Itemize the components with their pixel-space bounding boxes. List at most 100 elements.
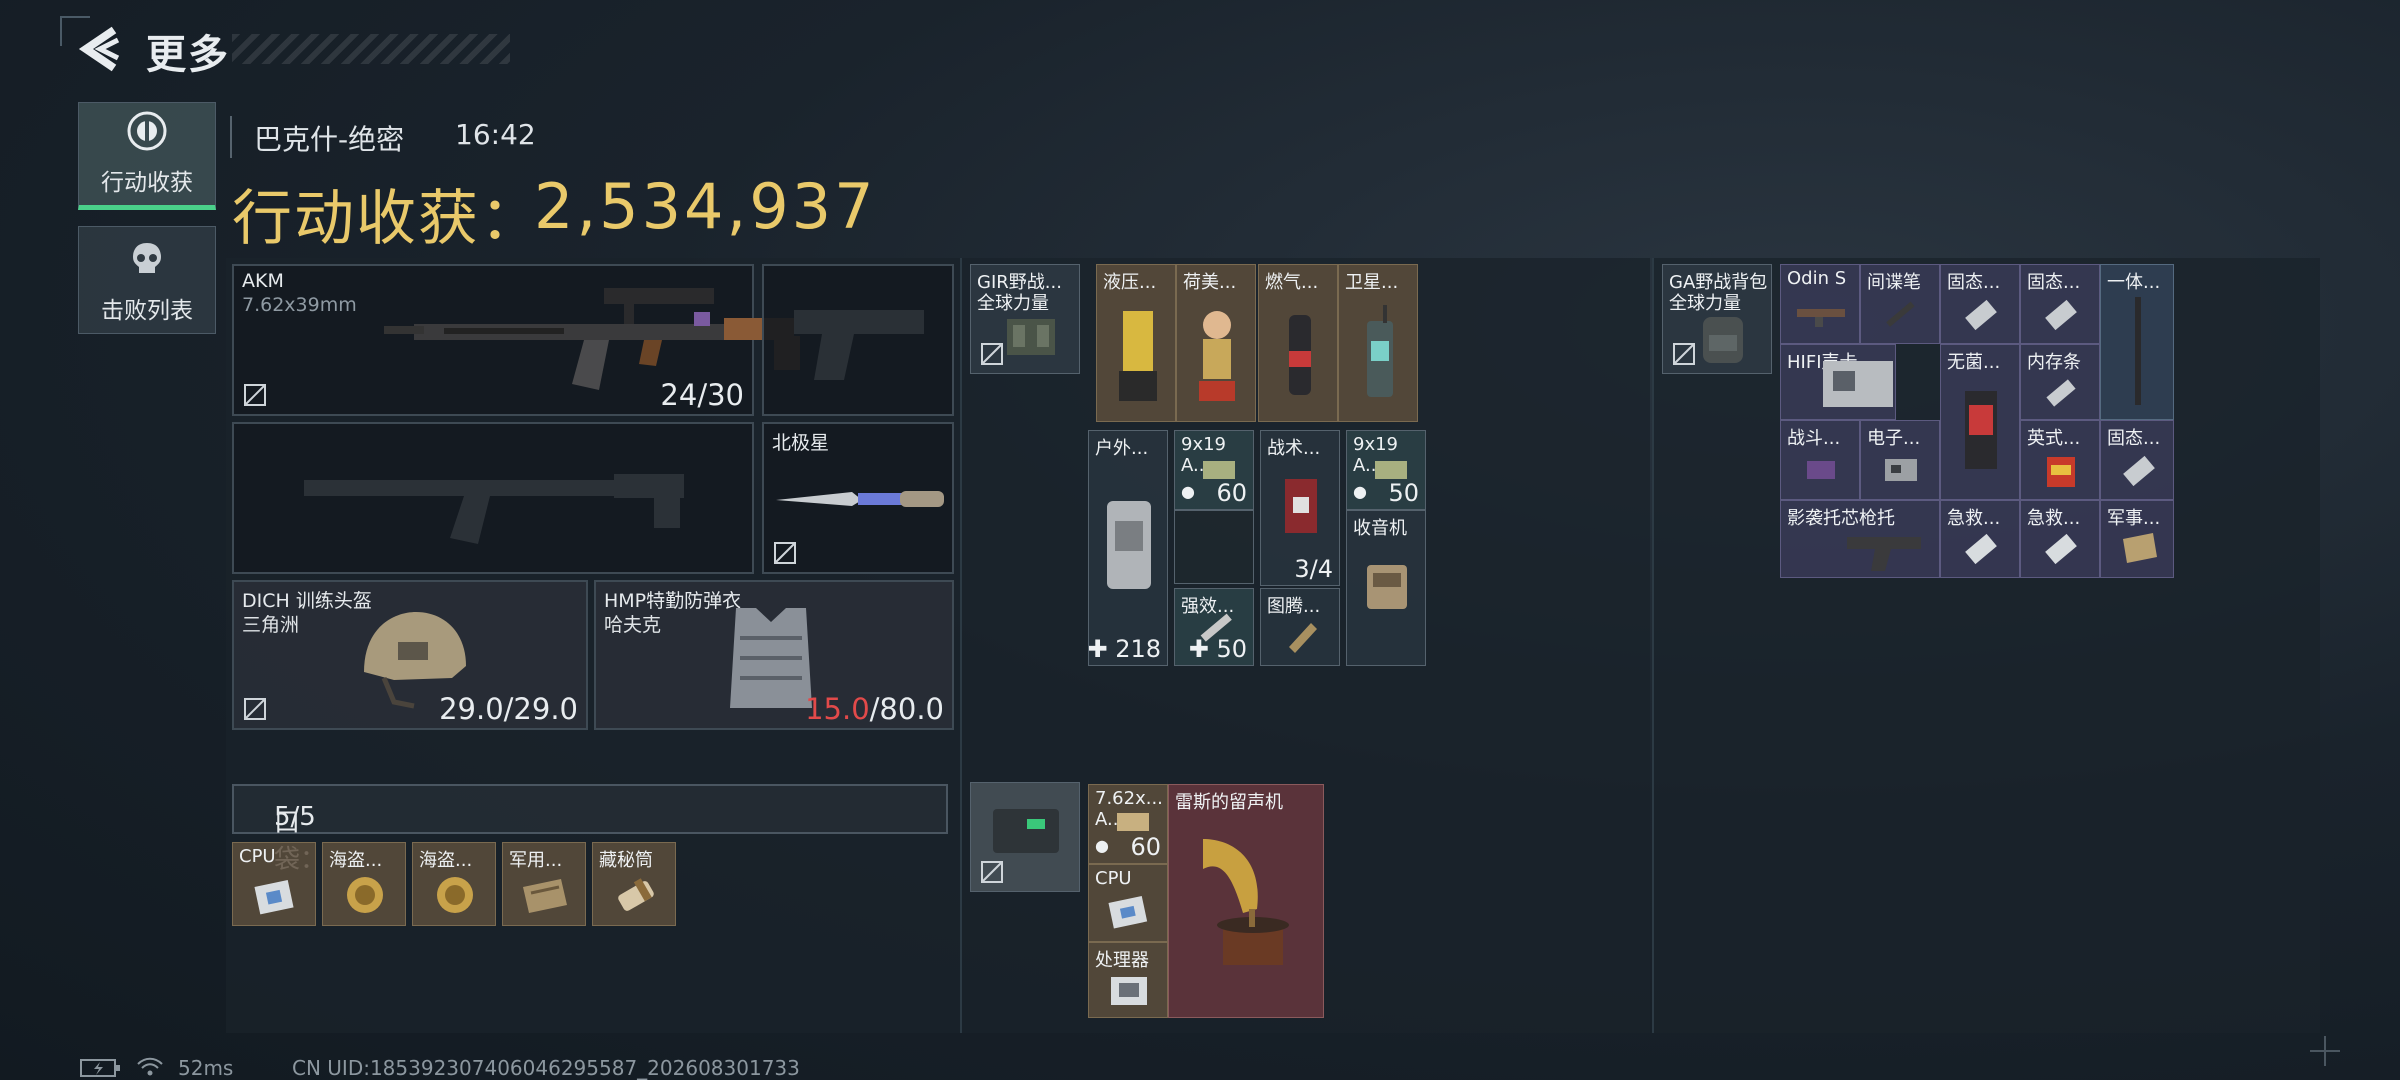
safebox-item[interactable]: 7.62x... A... ● 60	[1088, 784, 1168, 864]
backpack-item[interactable]: 固态...	[1940, 264, 2020, 344]
backpack-icon	[1703, 317, 1743, 363]
gas-canister-icon	[1289, 315, 1311, 395]
rig-item[interactable]: 战术... 3/4	[1260, 430, 1340, 586]
rig-item[interactable]: 液压...	[1096, 264, 1176, 422]
tab-kills[interactable]: 击败列表	[78, 226, 216, 334]
lock-icon	[981, 861, 1003, 883]
item-name: CPU	[239, 846, 276, 867]
backpack-item[interactable]: 一体...	[2100, 264, 2174, 420]
pocket-item[interactable]: 藏秘筒	[592, 842, 676, 926]
backpack-slot[interactable]: GA野战背包 全球力量	[1662, 264, 1772, 374]
safebox-icon	[993, 809, 1059, 853]
item-name: 战斗...	[1787, 428, 1841, 449]
hydraulic-press-icon	[1119, 311, 1157, 401]
backpack-item[interactable]: 急救...	[2020, 500, 2100, 578]
sterile-kit-icon	[1965, 391, 1997, 469]
battery-icon	[80, 1059, 120, 1077]
ammo-box-icon	[1117, 813, 1149, 831]
item-count: 3/4	[1294, 555, 1333, 583]
coin-icon	[347, 877, 383, 913]
rig-item[interactable]: 强效... ✚ 50	[1174, 588, 1254, 666]
safebox-item[interactable]: 雷斯的留声机	[1168, 784, 1324, 1018]
radio-icon	[1367, 565, 1407, 609]
spy-pen-icon	[1886, 301, 1915, 327]
rig-item[interactable]: 燃气...	[1258, 264, 1338, 422]
backpack-item[interactable]: 急救...	[1940, 500, 2020, 578]
item-name: 固态...	[1947, 272, 2001, 293]
military-map-icon	[523, 879, 567, 913]
backpack-item[interactable]: 固态...	[2020, 264, 2100, 344]
safebox-item[interactable]: CPU	[1088, 864, 1168, 942]
item-name: 燃气...	[1265, 272, 1319, 293]
backpack-item[interactable]: 无菌...	[1940, 344, 2020, 500]
backpack-item[interactable]: 军事...	[2100, 500, 2174, 578]
rig-item[interactable]: 户外... ✚ 218	[1088, 430, 1168, 666]
backpack-item[interactable]: 战斗...	[1780, 420, 1860, 500]
lock-icon	[981, 343, 1003, 365]
pistol-slot[interactable]	[762, 264, 954, 416]
helmet-brand: 三角洲	[242, 614, 300, 636]
loot-total-value: 2,534,937	[534, 170, 877, 243]
tactical-kit-icon	[1285, 479, 1317, 533]
item-name: 英式...	[2027, 428, 2081, 449]
backpack-item[interactable]: 固态...	[2100, 420, 2174, 500]
backpack-item[interactable]: 内存条	[2020, 344, 2100, 420]
pocket-item[interactable]: CPU	[232, 842, 316, 926]
pocket-item[interactable]: 海盗...	[412, 842, 496, 926]
pocket-count: 5/5	[274, 802, 316, 832]
title-stripe-decoration	[232, 34, 510, 64]
rig-item[interactable]: 9x19 A... ● 50	[1346, 430, 1426, 510]
ram-stick-icon	[2046, 379, 2076, 407]
item-count: 60	[1216, 479, 1247, 507]
satellite-phone-icon	[1367, 305, 1393, 397]
backpack-item[interactable]: Odin S	[1780, 264, 1860, 344]
rig-item[interactable]: 9x19 A... ● 60	[1174, 430, 1254, 510]
primary-weapon-slot[interactable]: AKM 7.62x39mm 24/30	[232, 264, 800, 416]
safebox-item[interactable]: 处理器	[1088, 942, 1168, 1018]
cpu-icon	[254, 879, 294, 915]
tab-loot[interactable]: 行动收获	[78, 102, 216, 210]
rig-item[interactable]: 收音机	[1346, 510, 1426, 666]
rig-item[interactable]: 卫星...	[1338, 264, 1418, 422]
first-aid-icon	[1965, 533, 1997, 565]
combat-item-icon	[1807, 461, 1835, 479]
armor-slot[interactable]: HMP特勤防弹衣 哈夫克 15.0/80.0	[594, 580, 954, 730]
helmet-name: DICH 训练头盔	[242, 590, 372, 612]
item-name: 收音机	[1353, 518, 1407, 539]
pocket-item[interactable]: 海盗...	[322, 842, 406, 926]
backpack-item[interactable]: 影袭托芯枪托	[1780, 500, 1940, 578]
ping-value: 52ms	[178, 1056, 234, 1080]
backpack-item[interactable]: 英式...	[2020, 420, 2100, 500]
processor-icon	[1111, 977, 1147, 1005]
cpu-icon	[1108, 895, 1148, 929]
secondary-weapon-slot[interactable]	[232, 422, 754, 574]
tab-loot-label: 行动收获	[101, 170, 193, 196]
chest-rig-slot[interactable]: GIR野战... 全球力量	[970, 264, 1080, 374]
tab-kills-label: 击败列表	[101, 298, 193, 324]
item-name: 海盗...	[419, 850, 473, 871]
figurine-icon	[1199, 311, 1235, 401]
backpack-item[interactable]: HIFI声卡	[1780, 344, 1896, 420]
item-count: ✚ 50	[1188, 635, 1247, 663]
item-name: 军用...	[509, 850, 563, 871]
backpack-item[interactable]: 电子...	[1860, 420, 1940, 500]
armor-brand: 哈夫克	[604, 614, 662, 636]
back-icon[interactable]	[78, 26, 124, 72]
pocket-item[interactable]: 军用...	[502, 842, 586, 926]
rig-item[interactable]: 荷美...	[1176, 264, 1256, 422]
first-aid-icon	[2045, 533, 2077, 565]
item-name: 雷斯的留声机	[1175, 792, 1283, 813]
backpack-item[interactable]: 间谍笔	[1860, 264, 1940, 344]
item-name: 处理器	[1095, 950, 1149, 971]
rig-item[interactable]: 图腾...	[1260, 588, 1340, 666]
knife-slot[interactable]: 北极星	[762, 422, 954, 574]
map-name: 巴克什-绝密	[254, 123, 405, 156]
item-name: 无菌...	[1947, 352, 2001, 373]
item-count: 60	[1130, 833, 1161, 861]
item-count: ✚ 218	[1088, 635, 1161, 663]
safebox-slot[interactable]	[970, 782, 1080, 892]
helmet-slot[interactable]: DICH 训练头盔 三角洲 29.0/29.0	[232, 580, 588, 730]
item-name: 海盗...	[329, 850, 383, 871]
user-uid: CN UID:185392307406046295587_20260830173…	[292, 1056, 800, 1080]
armor-durability-max: /80.0	[869, 692, 944, 726]
